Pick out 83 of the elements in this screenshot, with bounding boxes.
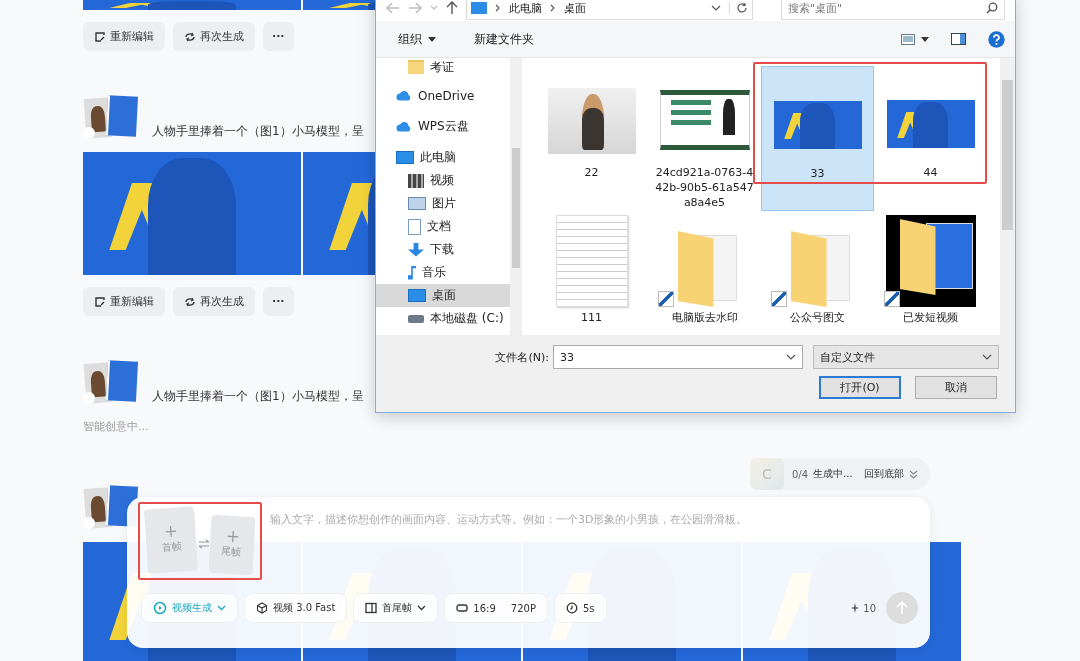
video-icon (153, 601, 167, 615)
nav-item[interactable]: WPS云盘 (376, 115, 510, 138)
scrollbar[interactable] (1000, 58, 1015, 335)
nav-item[interactable]: 音乐 (376, 261, 510, 284)
option-chip[interactable]: 首尾帧 (353, 593, 439, 623)
option-chip[interactable]: 视频 3.0 Fast (244, 593, 348, 623)
picture-icon (408, 197, 426, 210)
scrollbar[interactable] (510, 58, 522, 335)
nav-item[interactable]: 视频 (376, 169, 510, 192)
panel-icon (365, 602, 378, 614)
plus-icon (226, 530, 239, 543)
aspect-ratio-icon (456, 603, 469, 613)
option-chip[interactable]: 16:9 720P (444, 593, 548, 623)
caret-icon[interactable] (921, 36, 929, 42)
nav-item[interactable]: 考证 (376, 58, 510, 76)
folder-icon (885, 215, 976, 307)
more-button[interactable]: ··· (263, 287, 294, 316)
chevron-down-icon (982, 354, 992, 360)
new-folder-button[interactable]: 新建文件夹 (468, 29, 540, 49)
nav-item[interactable]: 图片 (376, 192, 510, 215)
repeat-icon (184, 30, 196, 43)
chevron-down-icon[interactable] (786, 354, 796, 360)
organize-menu[interactable]: 组织 (392, 29, 442, 49)
progress-label: 生成中... (813, 467, 853, 481)
repeat-icon (184, 295, 196, 308)
file-type-dropdown[interactable]: 自定义文件 (813, 345, 999, 369)
regenerate-button[interactable]: 再次生成 (173, 287, 255, 316)
swap-icon[interactable] (198, 539, 210, 549)
folder-icon (408, 60, 424, 74)
clock-icon (565, 602, 578, 614)
file-item[interactable]: 公众号图文 (761, 211, 874, 335)
up-arrow-icon (896, 601, 908, 615)
edit-icon (94, 30, 106, 43)
document-icon (408, 218, 421, 235)
file-item[interactable]: 24cd921a-0763-442b-90b5-61a547a8a4e5 (648, 66, 761, 211)
open-button[interactable]: 打开(O) (819, 376, 901, 399)
file-item[interactable]: 111 (535, 211, 648, 335)
cloud-icon (396, 119, 412, 134)
edit-button[interactable]: 重新编辑 (83, 287, 165, 316)
back-to-bottom-link[interactable]: 回到底部 (863, 467, 904, 481)
cube-icon (256, 602, 268, 614)
help-icon[interactable] (988, 30, 1005, 48)
edit-icon (94, 295, 106, 308)
reference-thumbnails (83, 361, 138, 404)
prompt-text: 人物手里捧着一个（图1）小马模型，呈 (152, 123, 364, 139)
nav-item[interactable]: OneDrive (376, 84, 510, 107)
file-item[interactable]: 44 (874, 66, 987, 211)
up-arrow-icon[interactable] (446, 1, 458, 15)
cloud-icon (396, 88, 412, 103)
prompt-text: 人物手里捧着一个（图1）小马模型，呈 (152, 388, 364, 404)
sparkle-icon (851, 603, 860, 613)
nav-item[interactable]: 桌面 (376, 284, 510, 307)
regenerate-button[interactable]: 再次生成 (173, 22, 255, 51)
cancel-button[interactable]: 取消 (915, 376, 997, 399)
double-chevron-icon (908, 469, 918, 479)
plus-icon (164, 525, 177, 538)
credit-count: 10 (863, 602, 876, 614)
monitor-icon (396, 151, 414, 164)
more-button[interactable]: ··· (263, 22, 294, 51)
search-icon[interactable] (986, 2, 998, 14)
search-field[interactable]: 搜索"桌面" (781, 0, 1005, 20)
nav-item[interactable]: 此电脑 (376, 146, 510, 169)
view-icon[interactable] (901, 33, 915, 45)
file-item[interactable]: 33 (761, 66, 874, 211)
filename-field[interactable]: 33 (553, 345, 803, 369)
edit-button[interactable]: 重新编辑 (83, 22, 165, 51)
filename-label: 文件名(N): (495, 349, 549, 365)
file-item[interactable]: 22 (535, 66, 648, 211)
nav-item[interactable]: 本地磁盘 (C:) (376, 307, 510, 330)
caret-icon (428, 36, 436, 42)
file-item[interactable]: 电脑版去水印 (648, 211, 761, 335)
nav-item[interactable]: 文档 (376, 215, 510, 238)
status-text: 智能创意中... (83, 419, 150, 434)
file-item[interactable]: 已发短视频 (874, 211, 987, 335)
desktop-icon (408, 289, 426, 302)
option-chip[interactable]: 5s (553, 593, 607, 623)
reference-thumbnails (83, 96, 138, 139)
progress-count: 0/4 (792, 468, 809, 480)
preview-pane-icon[interactable] (951, 33, 966, 45)
video-icon (408, 173, 424, 188)
music-icon (408, 265, 416, 280)
address-bar[interactable]: 此电脑 桌面 (466, 0, 753, 20)
nav-item[interactable]: 下载 (376, 238, 510, 261)
